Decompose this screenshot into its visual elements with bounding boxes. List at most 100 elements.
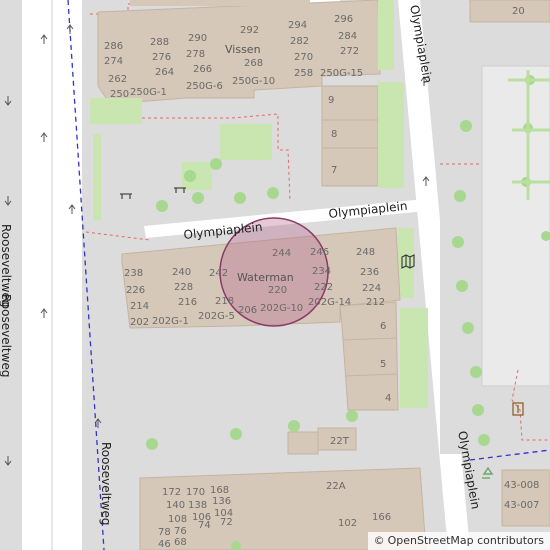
house-number: 202G-1 [152,316,189,327]
house-number: 140 [166,500,186,511]
park-strip-vertical [93,134,101,220]
arrow-down-icon [4,96,12,106]
house-number: 202G-14 [308,297,352,308]
house-number: 234 [312,266,332,277]
house-number: 166 [372,512,392,523]
house-number: 6 [380,321,387,332]
house-number: 216 [178,297,198,308]
tree [234,192,246,204]
house-number: 9 [328,95,335,106]
house-number: 212 [366,297,386,308]
house-number: 288 [150,37,170,48]
house-number: 258 [294,68,314,79]
map-viewport[interactable]: 20 286 288 290 292 294 296 274 276 278 V… [0,0,550,550]
place-label-waterman: Waterman [237,271,294,284]
house-number: 46 [158,539,171,550]
park-strip-right [378,82,404,188]
tree [454,190,466,202]
house-number: 250G-1 [130,87,167,98]
house-number: 214 [130,301,150,312]
house-number: 20 [512,6,525,17]
admin-boundary-bottom [469,449,550,461]
house-number: 248 [356,247,376,258]
house-number: 242 [209,268,229,279]
house-number: 136 [212,496,232,507]
bench-icon [120,193,132,199]
arrow-down-icon [4,456,12,466]
viewpoint-icon [512,402,524,416]
house-number: 286 [104,41,124,52]
house-number: 72 [220,517,233,528]
map-attribution: © OpenStreetMap contributors [367,532,550,550]
house-number: 202 [130,317,150,328]
house-number: 268 [244,58,264,69]
house-number: 274 [104,56,124,67]
house-number: 78 [158,527,171,538]
house-number: 238 [124,268,144,279]
house-number: 43-008 [504,480,540,491]
house-number: 206 [238,305,258,316]
house-number: 282 [290,36,310,47]
house-number: 8 [331,129,338,140]
house-number: 250 [110,89,130,100]
house-number: 272 [340,46,360,57]
tree [184,170,196,182]
park-lawn-left [90,98,142,124]
park-strip-top [378,0,394,70]
recycling-icon [482,466,494,479]
house-number: 43-007 [504,500,540,511]
tree [462,322,474,334]
house-number: 226 [126,285,146,296]
house-number: 102 [338,518,358,529]
building-22t [287,431,319,455]
tree [460,120,472,132]
house-number: 138 [188,500,208,511]
tree [192,192,204,204]
house-number: 76 [174,526,187,537]
street-label-rooseveltweg: Rooseveltweg [0,294,13,378]
tree [267,187,279,199]
tree [146,438,158,450]
house-number: 22T [330,436,349,447]
park-lawn-centre [220,124,272,160]
building-43 [501,469,550,527]
house-number: 294 [288,20,308,31]
house-number: 74 [198,520,211,531]
house-number: 266 [193,64,213,75]
building-top-strip [130,0,310,6]
house-number: 4 [385,393,392,404]
house-number: 202G-10 [260,303,304,314]
house-number: 244 [272,248,292,259]
house-number: 172 [162,487,182,498]
house-number: 228 [174,282,194,293]
house-number: 7 [331,165,338,176]
house-number: 170 [186,487,206,498]
house-number: 250G-15 [320,68,364,79]
copyright-symbol: © [373,534,385,547]
tree [156,200,168,212]
house-number: 220 [268,285,288,296]
house-number: 222 [314,282,334,293]
attribution-link[interactable]: OpenStreetMap contributors [388,534,544,547]
house-number: 264 [155,67,175,78]
building-20 [469,0,550,23]
house-number: 68 [174,537,187,548]
house-number: 276 [152,52,172,63]
tree [452,236,464,248]
street-label-rooseveltweg: Rooseveltweg [99,442,113,526]
tree [346,410,358,422]
house-number: 250G-10 [232,76,276,87]
house-number: 236 [360,267,380,278]
house-number: 284 [338,31,358,42]
tree [472,404,484,416]
square-area [481,65,550,387]
house-number: 218 [215,296,235,307]
house-number: 296 [334,14,354,25]
bench-icon [174,187,186,193]
tree [210,158,222,170]
house-number: 292 [240,25,260,36]
tree [230,428,242,440]
tree [456,280,468,292]
house-number: 250G-6 [186,81,223,92]
house-number: 202G-5 [198,311,235,322]
